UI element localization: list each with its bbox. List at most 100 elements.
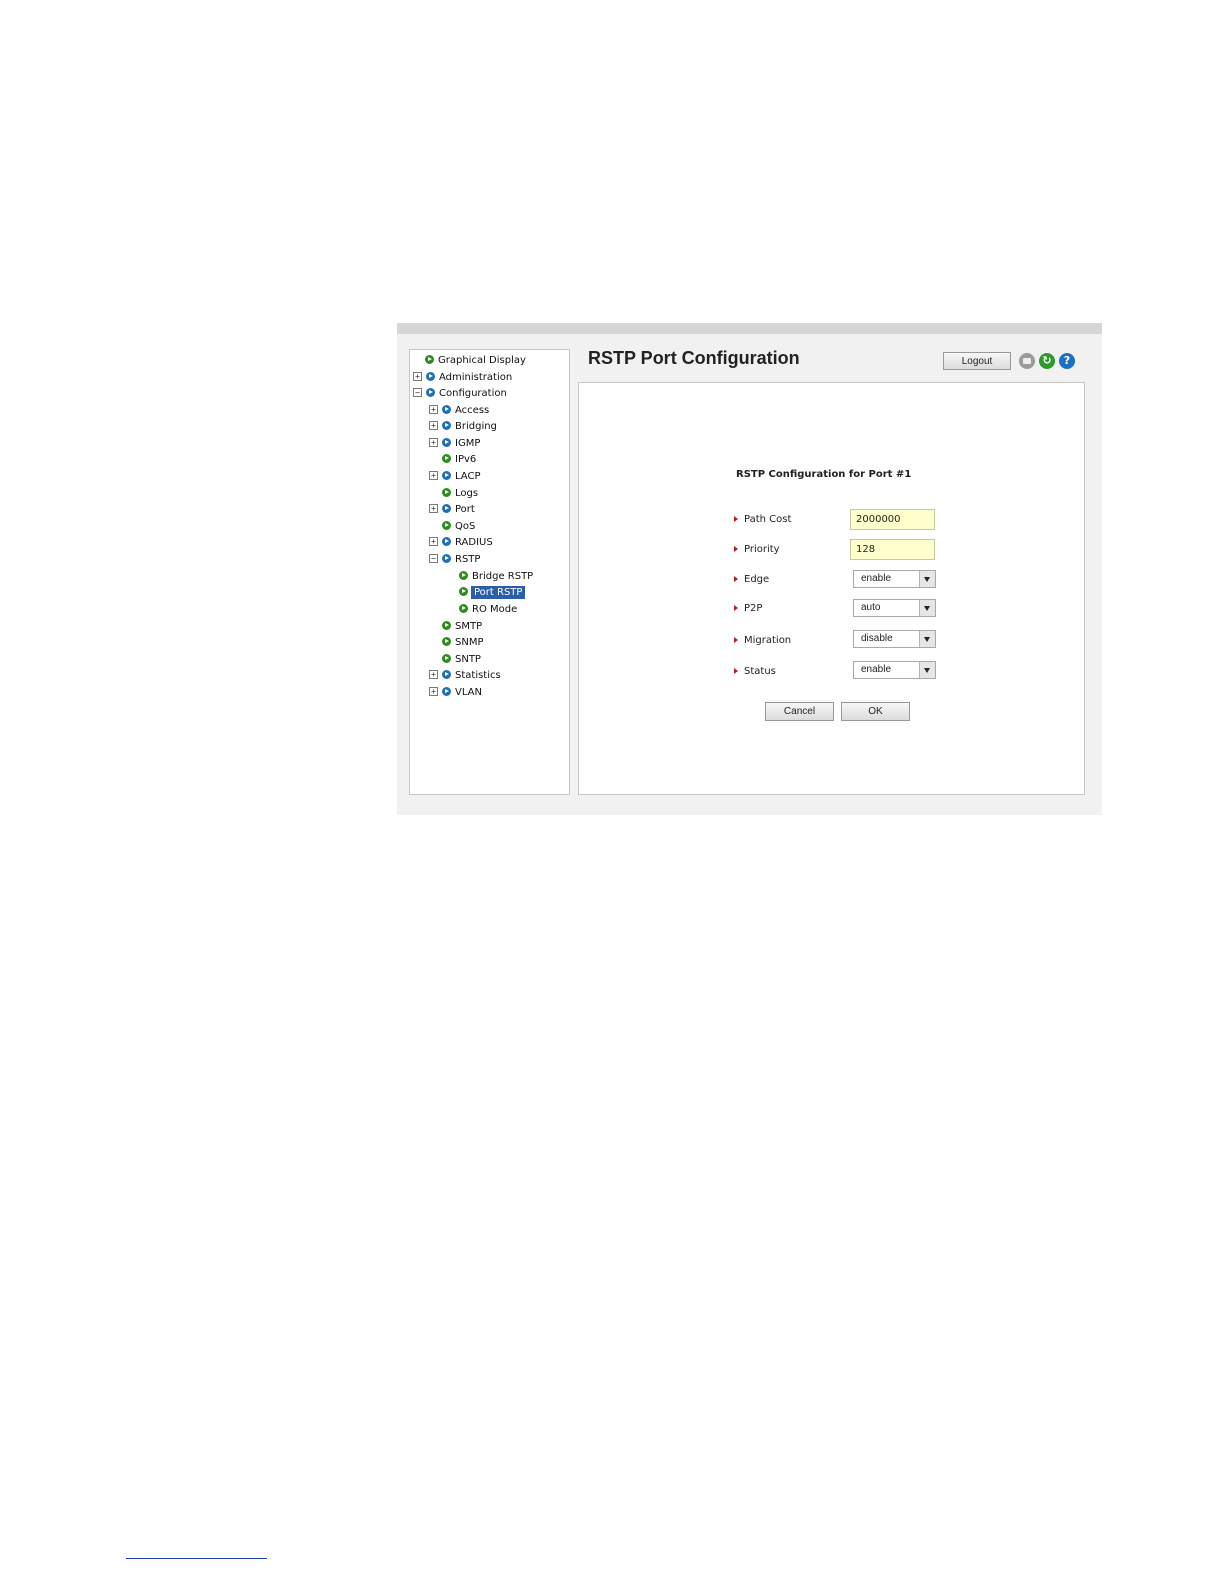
folder-node-icon <box>442 554 451 563</box>
navigation-tree: Graphical Display + Administration − Confi… <box>409 349 570 795</box>
folder-node-icon <box>442 670 451 679</box>
edge-select-value: enable <box>861 573 892 584</box>
migration-select[interactable]: disable <box>853 630 936 648</box>
tree-item-rstp[interactable]: − RSTP <box>429 553 481 567</box>
content-panel: RSTP Configuration for Port #1 Path Cost… <box>578 382 1085 795</box>
tree-item-port-rstp[interactable]: Port RSTP <box>459 586 526 600</box>
leaf-node-icon <box>425 355 434 364</box>
chevron-down-icon[interactable] <box>919 631 935 647</box>
tree-item-label: Bridge RSTP <box>472 571 534 582</box>
tree-item-label: QoS <box>455 521 476 532</box>
status-select-value: enable <box>861 664 892 675</box>
tree-item-label: RADIUS <box>455 537 493 548</box>
tree-item-label: Bridging <box>455 421 497 432</box>
leaf-node-icon <box>459 587 468 596</box>
tree-item-ro-mode[interactable]: RO Mode <box>459 603 518 617</box>
footnote-rule <box>126 1558 267 1559</box>
tree-item-sntp[interactable]: SNTP <box>442 653 482 667</box>
folder-node-icon <box>442 405 451 414</box>
tree-item-label: RSTP <box>455 554 481 565</box>
priority-input[interactable]: 128 <box>850 539 935 560</box>
expand-icon[interactable]: + <box>413 372 422 381</box>
tree-item-label: RO Mode <box>472 604 518 615</box>
tree-item-label: Configuration <box>439 388 507 399</box>
tree-item-statistics[interactable]: + Statistics <box>429 669 502 683</box>
p2p-select-value: auto <box>861 602 881 613</box>
p2p-select[interactable]: auto <box>853 599 936 617</box>
priority-label-text: Priority <box>744 544 780 555</box>
expand-icon[interactable]: + <box>429 687 438 696</box>
tree-item-bridging[interactable]: + Bridging <box>429 420 498 434</box>
tree-item-label: SNTP <box>455 654 481 665</box>
folder-node-icon <box>442 537 451 546</box>
edge-select[interactable]: enable <box>853 570 936 588</box>
folder-node-icon <box>442 471 451 480</box>
folder-node-icon <box>426 388 435 397</box>
path-cost-label: Path Cost <box>734 514 791 525</box>
help-icon[interactable]: ? <box>1059 353 1075 369</box>
priority-label: Priority <box>734 544 780 555</box>
tree-item-label: Port RSTP <box>471 586 526 599</box>
tree-item-lacp[interactable]: + LACP <box>429 470 481 484</box>
collapse-icon[interactable]: − <box>429 554 438 563</box>
tree-item-radius[interactable]: + RADIUS <box>429 536 494 550</box>
tree-item-configuration[interactable]: − Configuration <box>413 387 508 401</box>
bullet-arrow-icon <box>734 605 738 611</box>
expand-icon[interactable]: + <box>429 421 438 430</box>
tree-item-label: Administration <box>439 372 513 383</box>
migration-label-text: Migration <box>744 635 792 646</box>
chevron-down-icon[interactable] <box>919 571 935 587</box>
tree-item-ipv6[interactable]: IPv6 <box>442 453 477 467</box>
print-icon[interactable] <box>1019 353 1035 369</box>
bullet-arrow-icon <box>734 668 738 674</box>
leaf-node-icon <box>459 571 468 580</box>
tree-item-graphical-display[interactable]: Graphical Display <box>425 354 527 368</box>
tree-item-logs[interactable]: Logs <box>442 487 479 501</box>
tree-item-smtp[interactable]: SMTP <box>442 620 483 634</box>
p2p-label: P2P <box>734 603 762 614</box>
status-label-text: Status <box>744 666 776 677</box>
status-select[interactable]: enable <box>853 661 936 679</box>
tree-item-vlan[interactable]: + VLAN <box>429 686 483 700</box>
folder-node-icon <box>442 504 451 513</box>
leaf-node-icon <box>442 621 451 630</box>
chevron-down-icon[interactable] <box>919 600 935 616</box>
expand-icon[interactable]: + <box>429 670 438 679</box>
migration-label: Migration <box>734 635 791 646</box>
tree-item-qos[interactable]: QoS <box>442 520 476 534</box>
tree-item-label: Statistics <box>455 670 501 681</box>
expand-icon[interactable]: + <box>429 504 438 513</box>
chevron-down-icon[interactable] <box>919 662 935 678</box>
expand-icon[interactable]: + <box>429 405 438 414</box>
tree-item-snmp[interactable]: SNMP <box>442 636 485 650</box>
bullet-arrow-icon <box>734 516 738 522</box>
tree-item-access[interactable]: + Access <box>429 404 490 418</box>
leaf-node-icon <box>442 521 451 530</box>
expand-icon[interactable]: + <box>429 471 438 480</box>
folder-node-icon <box>442 438 451 447</box>
cancel-button[interactable]: Cancel <box>765 702 834 721</box>
collapse-icon[interactable]: − <box>413 388 422 397</box>
edge-label-text: Edge <box>744 574 770 585</box>
tree-item-administration[interactable]: + Administration <box>413 371 513 385</box>
expand-icon[interactable]: + <box>429 537 438 546</box>
leaf-node-icon <box>442 654 451 663</box>
tree-item-igmp[interactable]: + IGMP <box>429 437 481 451</box>
refresh-icon[interactable]: ↻ <box>1039 353 1055 369</box>
tree-item-label: SNMP <box>455 637 484 648</box>
path-cost-input[interactable]: 2000000 <box>850 509 935 530</box>
ok-button[interactable]: OK <box>841 702 910 721</box>
app-window: Graphical Display + Administration − Confi… <box>397 323 1102 815</box>
expand-icon[interactable]: + <box>429 438 438 447</box>
tree-item-port[interactable]: + Port <box>429 503 476 517</box>
tree-item-label: IPv6 <box>455 454 477 465</box>
tree-item-label: IGMP <box>455 438 481 449</box>
folder-node-icon <box>442 421 451 430</box>
tree-item-bridge-rstp[interactable]: Bridge RSTP <box>459 570 534 584</box>
bullet-arrow-icon <box>734 546 738 552</box>
bullet-arrow-icon <box>734 637 738 643</box>
logout-button[interactable]: Logout <box>943 352 1011 370</box>
tree-item-label: SMTP <box>455 621 483 632</box>
p2p-label-text: P2P <box>744 603 763 614</box>
path-cost-label-text: Path Cost <box>744 514 792 525</box>
